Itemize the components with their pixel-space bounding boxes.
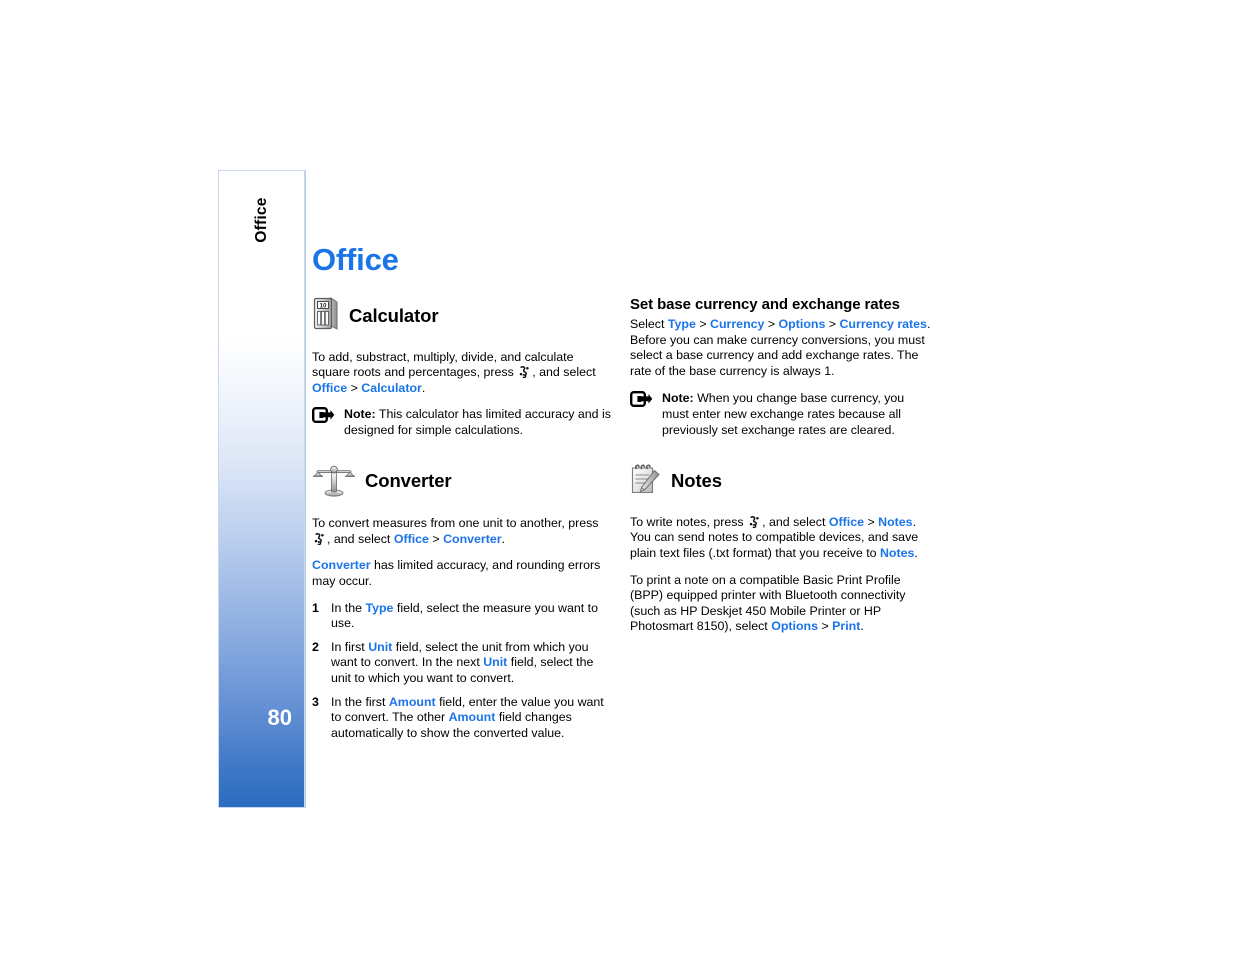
notes-paragraph-1: To write notes, press , and select Offic… [630, 514, 919, 560]
link-print[interactable]: Print [832, 619, 860, 633]
link-unit[interactable]: Unit [368, 640, 392, 654]
link-type[interactable]: Type [365, 601, 393, 615]
notepad-pencil-icon [630, 462, 662, 501]
currency-paragraph: Select Type > Currency > Options > Curre… [630, 317, 931, 378]
calculator-paragraph: To add, substract, multiply, divide, and… [312, 349, 596, 395]
section-header-notes: Notes [630, 462, 932, 501]
menu-key-glyph-icon [519, 366, 530, 379]
separator: > [347, 380, 362, 395]
note-text: Note: This calculator has limited accura… [344, 407, 611, 437]
scale-balance-icon [312, 461, 356, 502]
link-notes[interactable]: Notes [880, 546, 914, 560]
menu-key-glyph-icon [314, 532, 325, 545]
menu-key-glyph-icon [749, 515, 760, 528]
text-run: In the [331, 600, 366, 615]
subheading-currency: Set base currency and exchange rates [630, 296, 900, 313]
step-text: In the Type field, select the measure yo… [331, 601, 614, 632]
section-header-calculator: 10 Calculator [312, 297, 614, 336]
link-currency[interactable]: Currency [710, 317, 764, 331]
link-notes[interactable]: Notes [878, 515, 912, 529]
section-title-calculator: Calculator [349, 305, 439, 327]
left-column: Office 10 Calculator To add, substract, … [312, 244, 614, 749]
page-number: 80 [267, 705, 292, 730]
list-item: 3 In the first Amount field, enter the va… [312, 695, 614, 742]
note-text: Note: When you change base currency, you… [662, 391, 905, 437]
link-office[interactable]: Office [312, 381, 347, 395]
section-header-converter: Converter [312, 461, 614, 502]
text-run: In the first [331, 694, 389, 709]
link-converter[interactable]: Converter [312, 558, 371, 572]
manual-page: Office 80 Office 10 Calculator To add, s… [0, 0, 1235, 954]
link-options[interactable]: Options [771, 619, 818, 633]
separator: > [818, 619, 833, 634]
note-currency: Note: When you change base currency, you… [630, 391, 932, 438]
step-number: 2 [312, 639, 319, 654]
step-number: 1 [312, 600, 319, 615]
converter-steps-list: 1 In the Type field, select the measure y… [312, 601, 614, 742]
svg-text:10: 10 [320, 303, 327, 310]
list-item: 2 In first Unit field, select the unit fr… [312, 640, 614, 687]
converter-paragraph-1: To convert measures from one unit to ano… [312, 516, 599, 546]
converter-paragraph-2: Converter has limited accuracy, and roun… [312, 558, 601, 588]
step-text: In first Unit field, select the unit fro… [331, 640, 614, 687]
step-number: 3 [312, 694, 319, 709]
chapter-side-tab: Office 80 [218, 170, 305, 808]
note-label: Note: [344, 407, 376, 422]
note-calculator: Note: This calculator has limited accura… [312, 407, 614, 438]
separator: > [428, 531, 444, 546]
section-title-converter: Converter [365, 469, 452, 491]
separator: > [764, 317, 779, 331]
side-tab-rule [305, 170, 306, 808]
step-text: In the first Amount field, enter the val… [331, 695, 614, 742]
right-column: Set base currency and exchange rates Sel… [630, 296, 932, 646]
link-type[interactable]: Type [668, 317, 696, 331]
calculator-icon: 10 [312, 297, 340, 336]
link-office[interactable]: Office [394, 532, 429, 546]
link-amount[interactable]: Amount [449, 710, 496, 724]
link-calculator[interactable]: Calculator [361, 381, 422, 395]
page-title: Office [312, 242, 399, 277]
side-tab-label: Office [253, 197, 270, 243]
link-amount[interactable]: Amount [389, 695, 436, 709]
section-title-notes: Notes [671, 470, 722, 492]
separator: > [695, 317, 711, 331]
link-converter[interactable]: Converter [443, 532, 502, 546]
link-office[interactable]: Office [829, 515, 864, 529]
separator: > [864, 514, 879, 529]
link-currency-rates[interactable]: Currency rates [839, 317, 926, 331]
link-unit[interactable]: Unit [483, 655, 507, 669]
text-run: In first [331, 639, 369, 654]
link-options[interactable]: Options [779, 317, 826, 331]
notes-paragraph-2: To print a note on a compatible Basic Pr… [630, 572, 906, 634]
note-arrow-icon [312, 407, 335, 429]
separator: > [825, 317, 840, 331]
note-arrow-icon [630, 391, 653, 413]
note-label: Note: [662, 391, 694, 406]
list-item: 1 In the Type field, select the measure y… [312, 601, 614, 632]
